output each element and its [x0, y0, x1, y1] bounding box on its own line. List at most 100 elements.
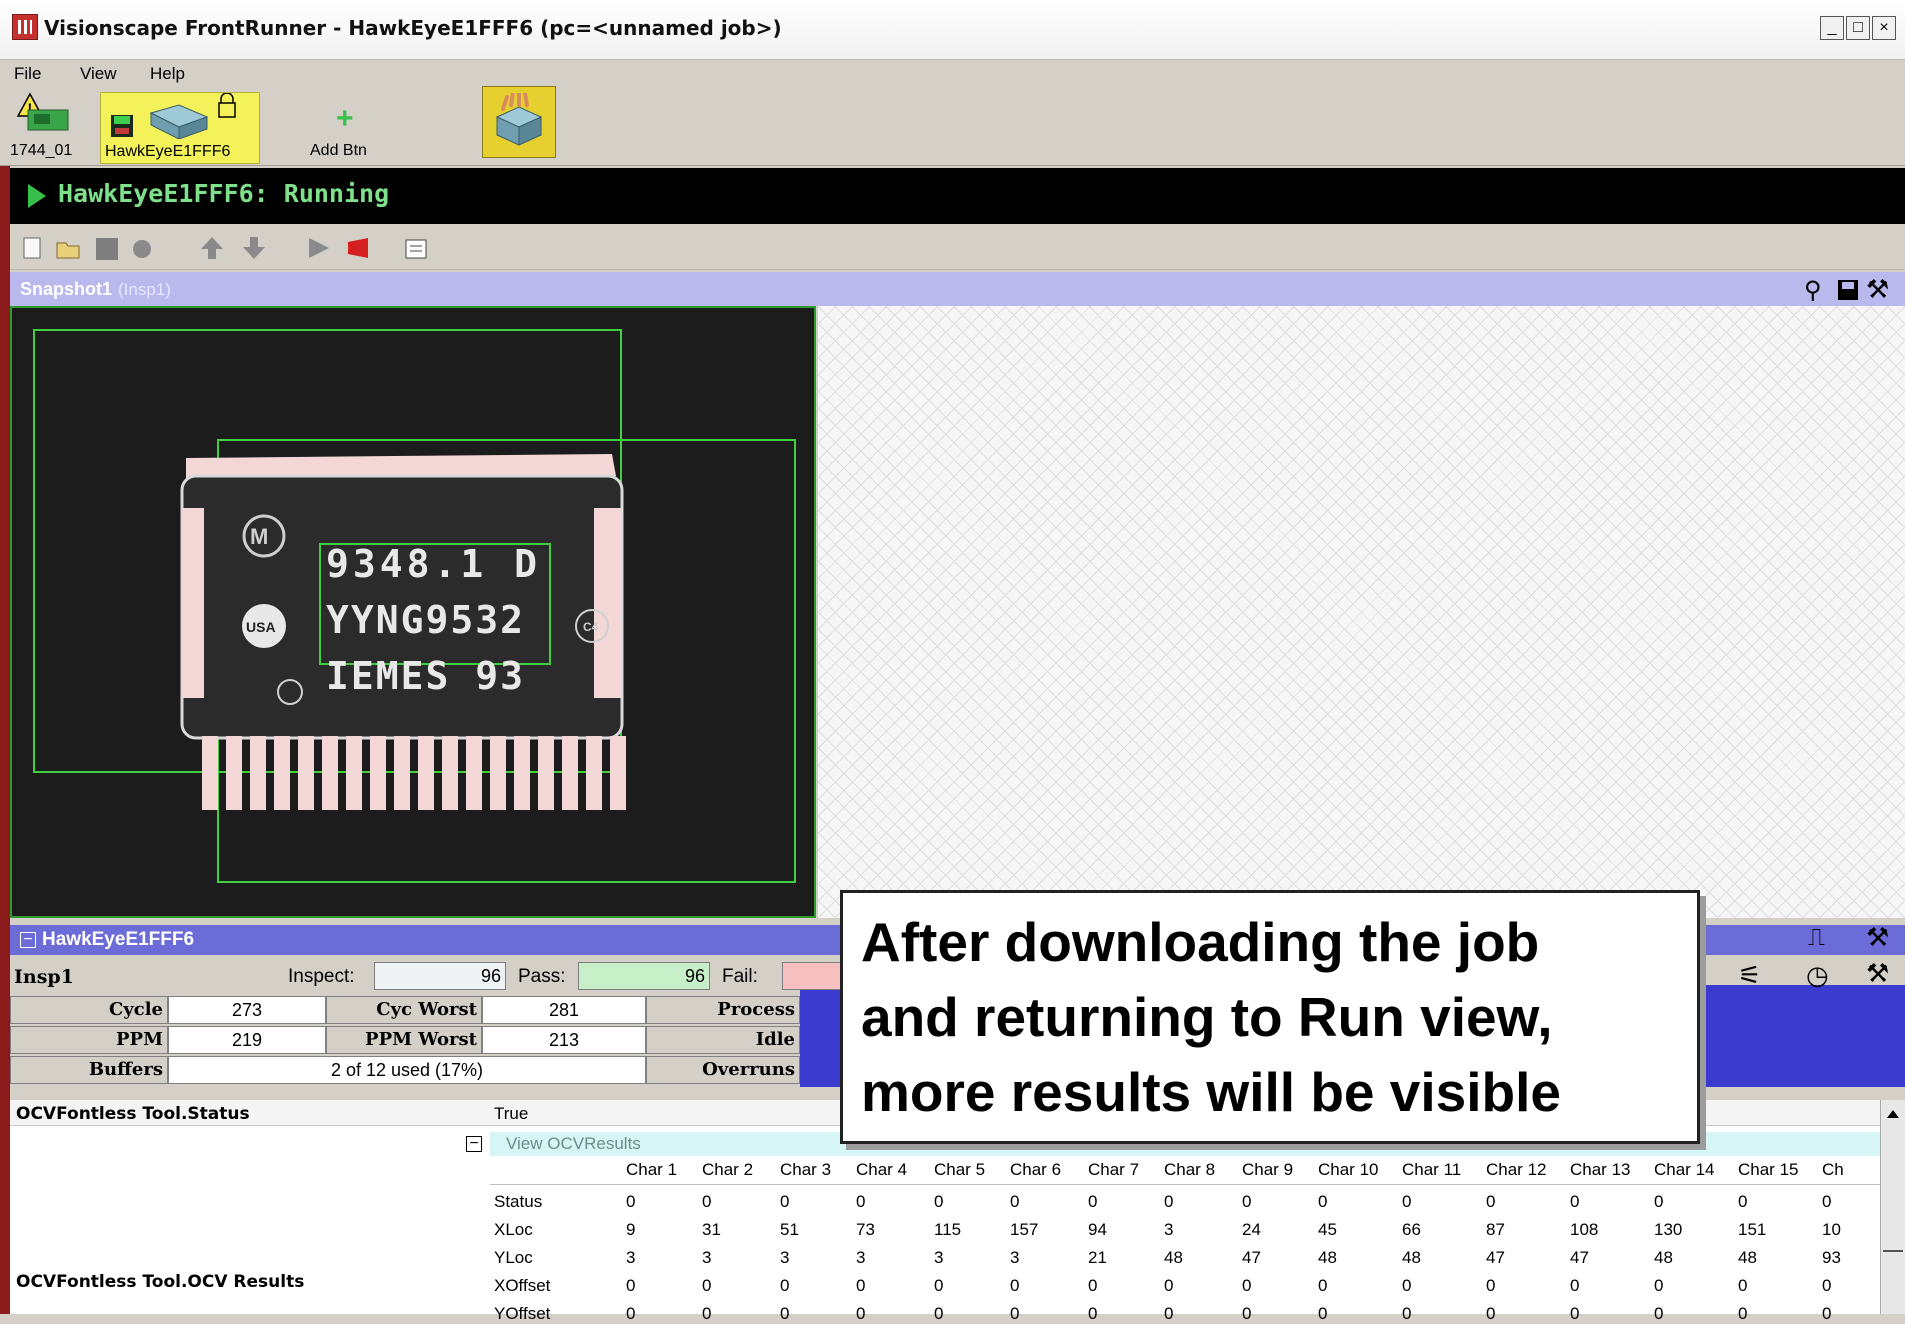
table-cell: 0 — [1010, 1192, 1020, 1211]
callout-line-2: and returning to Run view, — [861, 986, 1553, 1048]
col-header: Char 15 — [1738, 1160, 1799, 1179]
table-cell: 0 — [1486, 1276, 1496, 1295]
clock-icon[interactable]: ◷ — [1806, 960, 1829, 991]
table-cell: 0 — [780, 1192, 790, 1211]
add-device-button[interactable]: + Add Btn — [300, 92, 390, 164]
play-icon[interactable] — [304, 234, 332, 262]
upload-icon[interactable] — [198, 234, 226, 262]
table-cell: 0 — [1738, 1304, 1748, 1323]
table-cell: 3 — [934, 1248, 944, 1267]
device-button-hawkeye[interactable]: HawkEyeE1FFF6 — [100, 92, 260, 164]
table-cell: 0 — [1570, 1192, 1580, 1211]
table-cell: 10 — [1822, 1220, 1841, 1239]
table-cell: 0 — [1402, 1192, 1412, 1211]
fail-label: Fail: — [722, 966, 758, 987]
callout-line-1: After downloading the job — [861, 911, 1540, 973]
table-cell: 0 — [1010, 1276, 1020, 1295]
row-label: YLoc — [494, 1248, 533, 1267]
zoom-icon[interactable]: ⚲ — [1804, 276, 1822, 305]
table-cell: 0 — [702, 1304, 712, 1323]
table-cell: 0 — [1164, 1276, 1174, 1295]
results-scrollbar[interactable] — [1880, 1100, 1905, 1314]
new-file-icon[interactable] — [18, 234, 46, 262]
running-indicator-icon — [28, 184, 46, 208]
snapshot-image[interactable]: M USA C4 9348.1 D YYNG9532 IEMES 93 — [10, 306, 816, 918]
status-result-label: OCVFontless Tool.Status — [16, 1104, 250, 1124]
snapshot-inspection: (Insp1) — [118, 280, 171, 299]
ppm-worst-label: PPM Worst — [326, 1026, 482, 1054]
table-cell: 48 — [1318, 1248, 1337, 1267]
snapshot-header — [10, 272, 1905, 306]
scroll-up-icon[interactable] — [1887, 1110, 1899, 1118]
table-cell: 0 — [1738, 1276, 1748, 1295]
close-button[interactable]: × — [1872, 16, 1896, 40]
table-cell: 0 — [1088, 1192, 1098, 1211]
table-cell: 51 — [780, 1220, 799, 1239]
collapse-icon[interactable]: − — [20, 932, 36, 948]
panel-tools-icon[interactable]: ⚒ — [1866, 922, 1889, 953]
stats-tools-icon[interactable]: ⚒ — [1866, 958, 1889, 989]
table-cell: 0 — [934, 1192, 944, 1211]
minimize-button[interactable]: _ — [1820, 16, 1844, 40]
row-label: Status — [494, 1192, 543, 1211]
table-cell: 0 — [934, 1276, 944, 1295]
table-cell: 0 — [780, 1304, 790, 1323]
add-btn-label: Add Btn — [310, 142, 367, 159]
svg-text:C4: C4 — [583, 620, 599, 634]
table-cell: 0 — [1822, 1304, 1832, 1323]
table-cell: 3 — [856, 1248, 866, 1267]
expand-toggle[interactable]: − — [466, 1136, 482, 1152]
save-icon[interactable] — [1836, 278, 1860, 302]
col-header: Char 4 — [856, 1160, 908, 1179]
maximize-button[interactable]: □ — [1846, 16, 1870, 40]
table-cell: 9 — [626, 1220, 636, 1239]
menu-file[interactable]: File — [14, 64, 41, 84]
col-header: Char 2 — [702, 1160, 754, 1179]
process-label: Process — [646, 996, 800, 1024]
menu-view[interactable]: View — [80, 64, 117, 84]
table-cell: 0 — [1822, 1276, 1832, 1295]
table-cell: 73 — [856, 1220, 875, 1239]
stop-run-icon[interactable] — [344, 234, 372, 262]
camera-locked-icon — [111, 93, 236, 139]
col-header: Ch — [1822, 1160, 1844, 1179]
cycle-label: Cycle — [10, 996, 168, 1024]
table-cell: 0 — [1010, 1304, 1020, 1323]
callout-line-3: more results will be visible — [861, 1061, 1561, 1123]
table-cell: 3 — [1164, 1220, 1174, 1239]
device-label-1744: 1744_01 — [10, 142, 73, 159]
properties-icon[interactable] — [402, 234, 430, 262]
table-cell: 0 — [1570, 1304, 1580, 1323]
download-icon[interactable] — [240, 234, 268, 262]
device-button-1744[interactable]: ! 1744_01 — [10, 92, 76, 164]
camera-tool-icon[interactable] — [128, 234, 156, 262]
scroll-thumb[interactable] — [1883, 1250, 1903, 1252]
pass-label: Pass: — [518, 966, 566, 987]
col-header: Char 11 — [1402, 1160, 1462, 1179]
table-cell: 0 — [1164, 1192, 1174, 1211]
device-panel-title: HawkEyeE1FFF6 — [42, 929, 195, 950]
tools-icon[interactable]: ⚒ — [1866, 274, 1889, 305]
pulse-icon[interactable]: ⎍ — [1808, 924, 1825, 952]
fail-count — [782, 962, 842, 990]
ocv-results-label: OCVFontless Tool.OCV Results — [16, 1272, 305, 1292]
table-cell: 0 — [1164, 1304, 1174, 1323]
col-header: Char 6 — [1010, 1160, 1062, 1179]
open-folder-icon[interactable] — [54, 234, 82, 262]
table-cell: 48 — [1654, 1248, 1673, 1267]
ocv-results-table: Char 1 Char 2 Char 3 Char 4 Char 5 Char … — [490, 1158, 1880, 1323]
table-cell: 47 — [1486, 1248, 1505, 1267]
camera-hand-icon — [495, 93, 543, 146]
table-cell: 0 — [856, 1192, 866, 1211]
table-cell: 0 — [626, 1304, 636, 1323]
col-header: Char 10 — [1318, 1160, 1379, 1179]
menu-help[interactable]: Help — [150, 64, 185, 84]
camera-warning-icon: ! — [16, 92, 69, 131]
stop-square-icon[interactable] — [92, 234, 120, 262]
table-cell: 0 — [1088, 1276, 1098, 1295]
buffers-label: Buffers — [10, 1056, 168, 1084]
camera-hand-button[interactable] — [482, 86, 556, 158]
cyc-worst-label: Cyc Worst — [326, 996, 482, 1024]
filter-icon[interactable]: ⚟ — [1738, 960, 1761, 991]
table-cell: 0 — [1486, 1192, 1496, 1211]
